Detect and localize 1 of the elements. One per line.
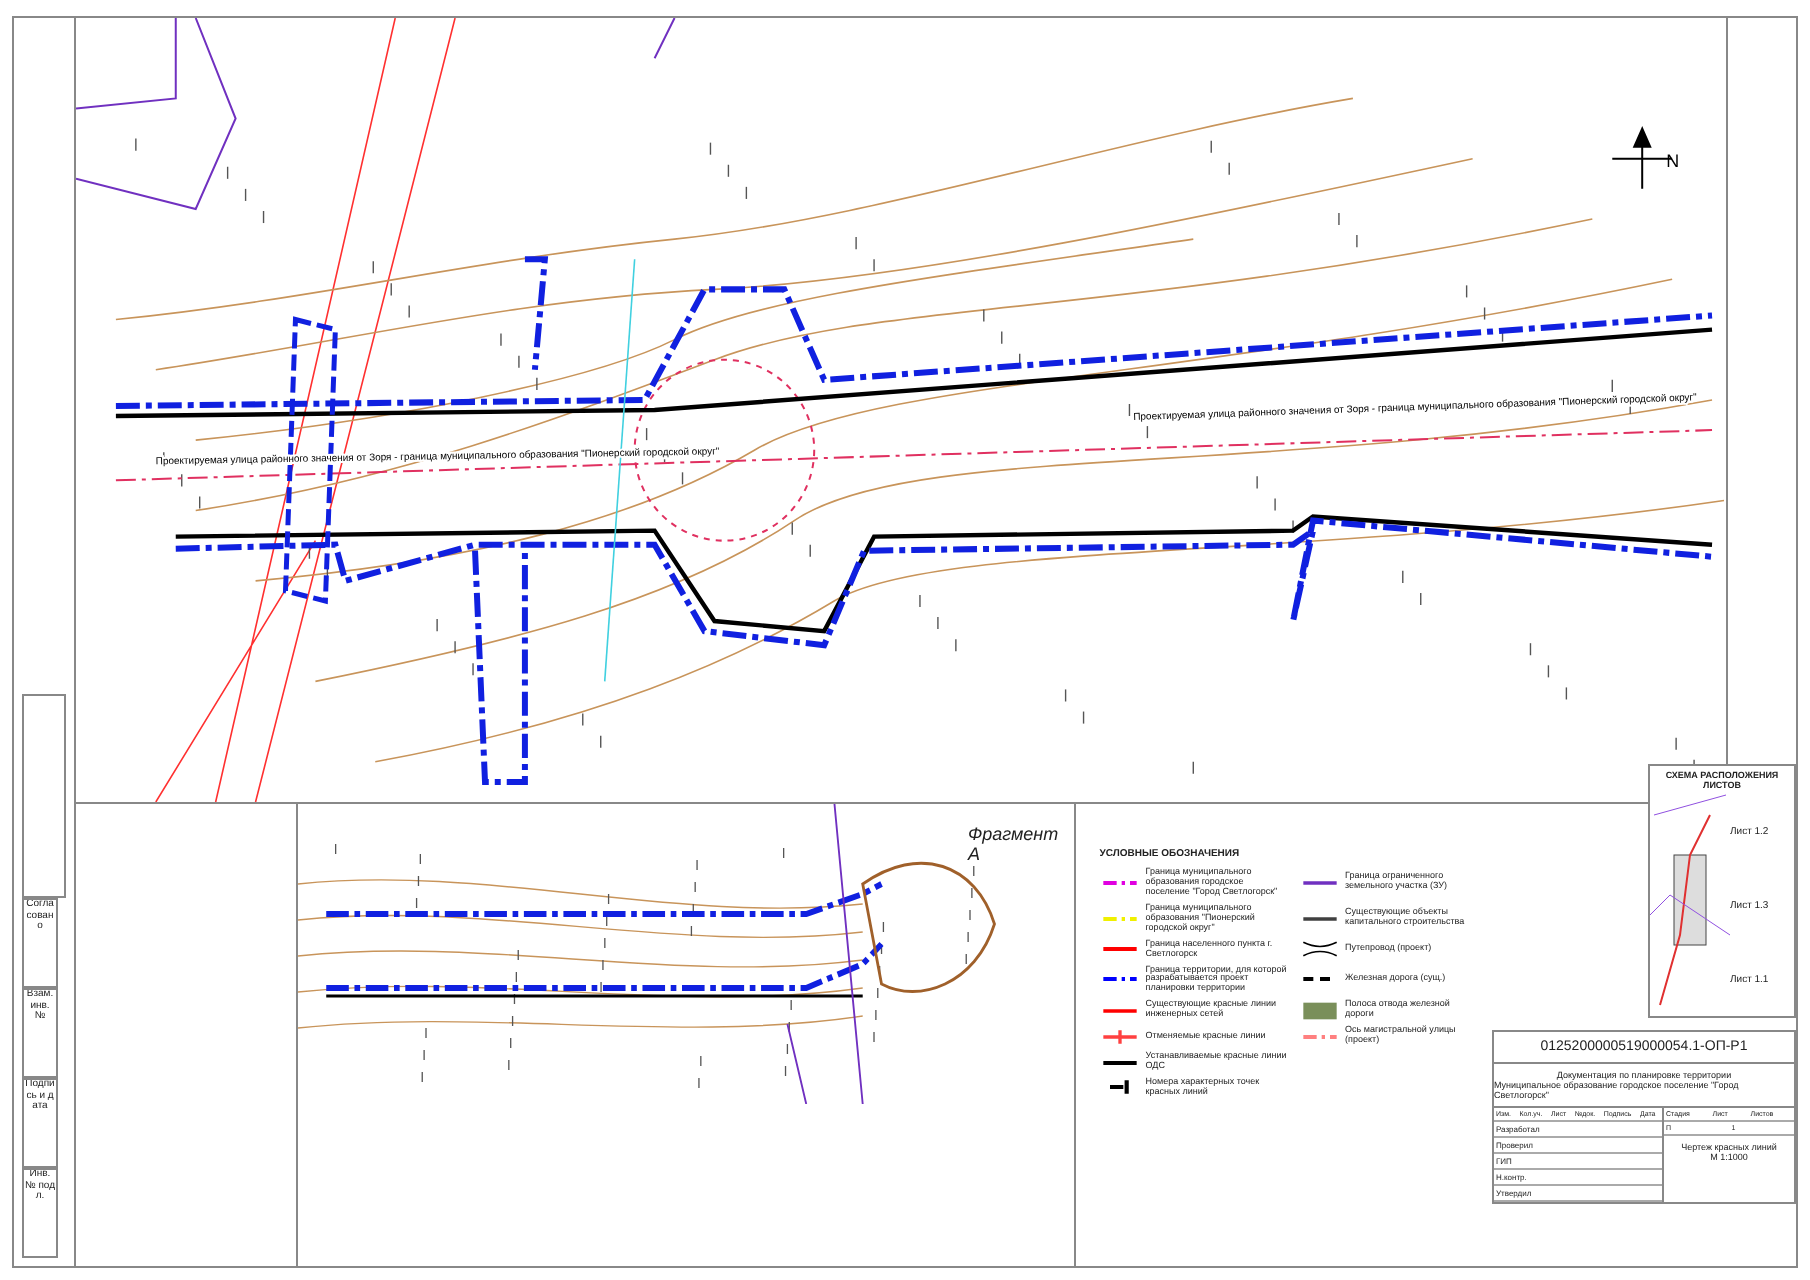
fragment-title: Фрагмент А [968,824,1061,864]
